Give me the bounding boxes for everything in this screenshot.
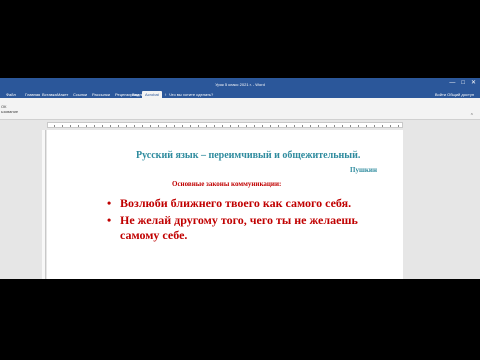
- ruler-tick: [270, 125, 271, 127]
- ruler-tick: [62, 125, 63, 127]
- ruler-tick: [294, 125, 295, 127]
- ruler-tick: [390, 125, 391, 127]
- ruler-tick: [230, 125, 231, 127]
- ribbon-panel: ОК ьзование ⌃: [0, 98, 480, 120]
- tab-layout[interactable]: Макет: [57, 91, 68, 98]
- ribbon-group-left: ОК ьзование: [1, 104, 18, 114]
- ruler-tick: [366, 125, 367, 127]
- ruler-tick: [110, 125, 111, 127]
- ruler-tick: [150, 125, 151, 127]
- ruler-tick: [326, 125, 327, 127]
- window-controls: — □ ✕: [449, 80, 476, 87]
- ribbon-text-2: ьзование: [1, 109, 19, 114]
- ruler-tick: [198, 125, 199, 127]
- bullet: •: [107, 213, 112, 227]
- ruler-tick: [278, 125, 279, 127]
- ruler-tick: [310, 125, 311, 127]
- collapse-ribbon-icon[interactable]: ⌃: [470, 113, 474, 119]
- ruler-tick: [78, 125, 79, 127]
- tab-acrobat[interactable]: Acrobat: [142, 91, 162, 98]
- ruler-tick: [142, 125, 143, 127]
- ruler-tick: [262, 125, 263, 127]
- horizontal-ruler[interactable]: [47, 122, 403, 128]
- list-item: • Не желай другому того, чего ты не жела…: [107, 213, 377, 243]
- ruler-tick: [398, 125, 399, 127]
- ruler-tick: [222, 125, 223, 127]
- ruler-tick: [158, 125, 159, 127]
- ruler-tick: [214, 125, 215, 127]
- ruler-tick: [118, 125, 119, 127]
- document-title: Русский язык – переимчивый и общежительн…: [136, 150, 361, 161]
- ruler-tick: [206, 125, 207, 127]
- ruler-tick: [382, 125, 383, 127]
- minimize-button[interactable]: —: [449, 80, 455, 87]
- tab-mailings[interactable]: Рассылки: [92, 91, 110, 98]
- ruler-tick: [166, 125, 167, 127]
- ruler-tick: [70, 125, 71, 127]
- close-button[interactable]: ✕: [471, 80, 476, 87]
- ribbon-tabs: Файл Главная Вставка Макет Ссылки Рассыл…: [0, 90, 480, 98]
- tab-insert[interactable]: Вставка: [42, 91, 57, 98]
- document-page[interactable]: Русский язык – переимчивый и общежительн…: [47, 130, 403, 279]
- list-item: • Возлюби ближнего твоего как самого себ…: [107, 196, 377, 211]
- ruler-tick: [238, 125, 239, 127]
- ruler-tick: [254, 125, 255, 127]
- rules-list: • Возлюби ближнего твоего как самого себ…: [107, 196, 377, 245]
- tab-file[interactable]: Файл: [6, 91, 16, 98]
- ruler-tick: [134, 125, 135, 127]
- tab-references[interactable]: Ссылки: [73, 91, 87, 98]
- window-title: Урок 5 класс 2021 г. - Word: [215, 82, 265, 87]
- ruler-tick: [190, 125, 191, 127]
- ruler-tick: [350, 125, 351, 127]
- ruler-tick: [334, 125, 335, 127]
- vertical-ruler: [42, 130, 46, 279]
- maximize-button[interactable]: □: [461, 80, 465, 87]
- ruler-tick: [342, 125, 343, 127]
- bullet: •: [107, 196, 112, 210]
- ruler-tick: [86, 125, 87, 127]
- lightbulb-icon: ♀: [164, 92, 167, 97]
- ruler-tick: [94, 125, 95, 127]
- account-share[interactable]: Войти Общий доступ: [435, 91, 474, 98]
- document-author: Пушкин: [350, 166, 377, 174]
- ruler-tick: [302, 125, 303, 127]
- ruler-tick: [126, 125, 127, 127]
- word-window: Урок 5 класс 2021 г. - Word — □ ✕ Файл Г…: [0, 78, 480, 279]
- ruler-tick: [358, 125, 359, 127]
- ruler-tick: [174, 125, 175, 127]
- ruler-tick: [54, 125, 55, 127]
- rule-text: Не желай другому того, чего ты не желаеш…: [120, 213, 358, 242]
- rule-text: Возлюби ближнего твоего как самого себя.: [120, 196, 352, 210]
- title-bar: Урок 5 класс 2021 г. - Word — □ ✕: [0, 78, 480, 90]
- ruler-tick: [286, 125, 287, 127]
- tab-home[interactable]: Главная: [25, 91, 40, 98]
- ruler-tick: [246, 125, 247, 127]
- tell-me-box[interactable]: ♀ Что вы хотите сделать?: [164, 91, 213, 98]
- tell-me-text: Что вы хотите сделать?: [169, 92, 214, 97]
- ruler-tick: [102, 125, 103, 127]
- ruler-tick: [318, 125, 319, 127]
- ruler-tick: [182, 125, 183, 127]
- ruler-tick: [374, 125, 375, 127]
- tab-view[interactable]: Вид: [132, 91, 139, 98]
- document-heading: Основные законы коммуникации:: [172, 180, 282, 188]
